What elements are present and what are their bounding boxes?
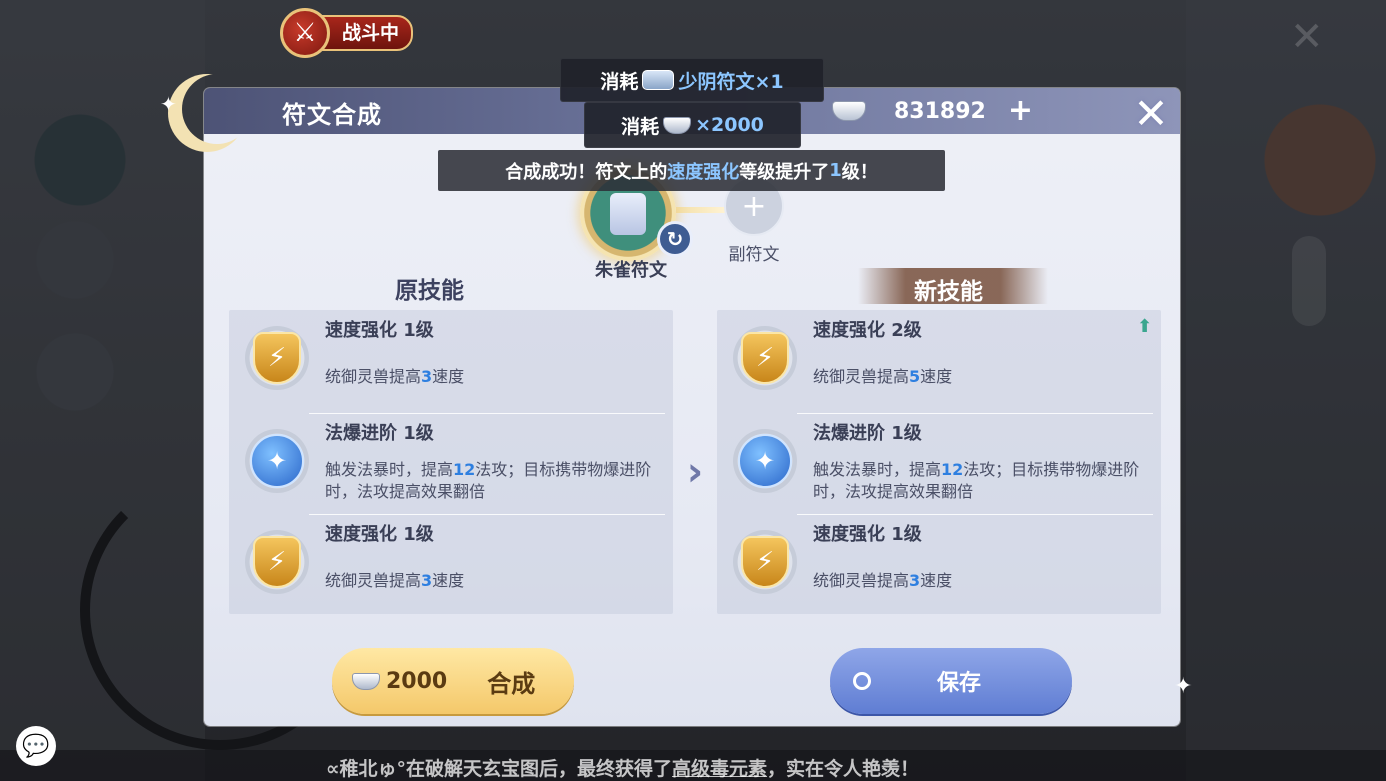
skill-name: 法爆进阶 1级 xyxy=(813,423,922,444)
speed-shield-icon: ⚡ xyxy=(253,536,301,588)
skill-row[interactable]: ⚡ 速度强化 2级 ⬆ 统御灵兽提高5速度 xyxy=(717,310,1161,410)
rune-glyph-icon xyxy=(610,193,646,235)
cost-prefix: 消耗 xyxy=(621,115,660,138)
rune-connector xyxy=(676,207,726,213)
desc-text: 速度 xyxy=(920,367,953,386)
skill-row[interactable]: ⚡ 速度强化 1级 统御灵兽提高3速度 xyxy=(717,514,1161,614)
background-right-column xyxy=(1186,0,1386,781)
rune-item-icon xyxy=(642,70,675,90)
desc-text: 速度 xyxy=(432,367,465,386)
skill-icon-frame: ⚡ xyxy=(245,326,309,390)
skill-description: 触发法暴时，提高12法攻；目标携带物爆进阶时，法攻提高效果翻倍 xyxy=(813,459,1153,503)
skill-name: 速度强化 1级 xyxy=(813,524,922,545)
success-text: 等级提升了 xyxy=(739,161,830,183)
dialog-title: 符文合成 xyxy=(282,101,382,129)
desc-text: 统御灵兽提高 xyxy=(813,571,910,590)
desc-number: 12 xyxy=(941,460,964,479)
broadcast-text: ∝稚北ゅ°在破解天玄宝图后，最终获得了高级毒元素，实在令人艳羡！ xyxy=(326,754,919,781)
synthesize-label: 合成 xyxy=(487,669,536,698)
desc-text: 统御灵兽提高 xyxy=(813,367,910,386)
ticker-text: ，实在令人艳羡！ xyxy=(767,758,920,780)
chevron-right-icon: › xyxy=(686,449,704,495)
currency-amount: 831892 xyxy=(894,98,986,124)
skill-name: 速度强化 2级 xyxy=(813,320,922,341)
skill-row[interactable]: ✦ 法爆进阶 1级 触发法暴时，提高12法攻；目标携带物爆进阶时，法攻提高效果翻… xyxy=(229,413,673,513)
new-skills-panel: ⚡ 速度强化 2级 ⬆ 统御灵兽提高5速度 ✦ 法爆进阶 1级 触发法暴时，提高… xyxy=(717,310,1161,614)
speed-shield-icon: ⚡ xyxy=(253,332,301,384)
synthesize-button[interactable]: 2000 合成 xyxy=(332,648,574,714)
skill-icon-frame: ✦ xyxy=(245,429,309,493)
desc-number: 3 xyxy=(421,367,433,386)
desc-number: 3 xyxy=(909,571,921,590)
background-side-control xyxy=(1292,236,1326,326)
main-rune-label: 朱雀符文 xyxy=(595,260,667,281)
desc-text: 速度 xyxy=(432,571,465,590)
skill-row[interactable]: ⚡ 速度强化 1级 统御灵兽提高3速度 xyxy=(229,310,673,410)
background-close-icon: ✕ xyxy=(1290,14,1324,60)
desc-text: 触发法暴时，提高 xyxy=(813,460,942,479)
speed-shield-icon: ⚡ xyxy=(741,332,789,384)
silver-ingot-icon xyxy=(832,101,866,121)
cost-tooltip-silver: 消耗 ×2000 xyxy=(584,102,801,148)
success-text: 合成成功！符文上的 xyxy=(505,161,668,183)
crossed-swords-icon: ⚔ xyxy=(280,8,330,58)
battle-status-label: 战斗中 xyxy=(318,15,414,51)
old-skills-heading: 原技能 xyxy=(395,278,464,304)
close-button[interactable]: ✕ xyxy=(1128,89,1174,138)
silver-ingot-icon xyxy=(663,116,692,134)
skill-name: 法爆进阶 1级 xyxy=(325,423,434,444)
chat-bubble-icon[interactable]: 💬 xyxy=(16,726,56,766)
save-label: 保存 xyxy=(937,671,982,696)
speed-shield-icon: ⚡ xyxy=(741,536,789,588)
sub-rune-label: 副符文 xyxy=(728,245,780,265)
skill-icon-frame: ⚡ xyxy=(733,530,797,594)
desc-number: 5 xyxy=(909,367,921,386)
desc-number: 3 xyxy=(421,571,433,590)
magic-orb-icon: ✦ xyxy=(250,434,304,488)
desc-text: 触发法暴时，提高 xyxy=(325,460,454,479)
old-skills-panel: ⚡ 速度强化 1级 统御灵兽提高3速度 ✦ 法爆进阶 1级 触发法暴时，提高12… xyxy=(229,310,673,614)
silver-ingot-icon xyxy=(352,672,380,690)
cost-tooltip-rune: 消耗 少阴符文×1 xyxy=(560,58,824,102)
success-skill: 速度强化 xyxy=(667,161,740,183)
skill-icon-frame: ⚡ xyxy=(245,530,309,594)
skill-name: 速度强化 1级 xyxy=(325,524,434,545)
skill-row[interactable]: ✦ 法爆进阶 1级 触发法暴时，提高12法攻；目标携带物爆进阶时，法攻提高效果翻… xyxy=(717,413,1161,513)
sparkle-icon: ✦ xyxy=(160,92,177,116)
skill-icon-frame: ⚡ xyxy=(733,326,797,390)
cost-rune-item: 少阴符文×1 xyxy=(678,70,784,93)
desc-number: 12 xyxy=(453,460,476,479)
skill-description: 统御灵兽提高3速度 xyxy=(813,570,1153,592)
ticker-item-link[interactable]: 高级毒元素 xyxy=(672,758,767,780)
skill-description: 统御灵兽提高3速度 xyxy=(325,570,665,592)
skill-description: 统御灵兽提高5速度 xyxy=(813,366,1153,388)
desc-text: 统御灵兽提高 xyxy=(325,571,422,590)
ticker-text: ∝稚北ゅ°在破解天玄宝图后，最终获得了 xyxy=(326,758,673,780)
moon-decoration-icon xyxy=(182,74,252,144)
cost-prefix: 消耗 xyxy=(600,70,639,93)
skill-description: 触发法暴时，提高12法攻；目标携带物爆进阶时，法攻提高效果翻倍 xyxy=(325,459,665,503)
success-toast: 合成成功！符文上的 速度强化 等级提升了 1 级！ xyxy=(438,150,945,191)
swap-rune-icon[interactable]: ↻ xyxy=(657,221,693,257)
silver-currency: 831892 + xyxy=(832,96,1033,126)
magic-orb-icon: ✦ xyxy=(738,434,792,488)
save-button[interactable]: 保存 xyxy=(830,648,1072,714)
skill-row[interactable]: ⚡ 速度强化 1级 统御灵兽提高3速度 xyxy=(229,514,673,614)
upgrade-arrow-icon: ⬆ xyxy=(1137,316,1153,337)
battle-status-badge[interactable]: ⚔ 战斗中 xyxy=(280,8,414,58)
skill-name: 速度强化 1级 xyxy=(325,320,434,341)
sparkle-icon: ✦ xyxy=(1174,674,1193,699)
desc-text: 速度 xyxy=(920,571,953,590)
cost-silver-amount: ×2000 xyxy=(695,114,764,136)
add-currency-button[interactable]: + xyxy=(1008,96,1033,126)
success-level: 1 xyxy=(829,160,842,181)
synthesize-cost: 2000 xyxy=(386,668,448,694)
new-skills-heading: 新技能 xyxy=(914,279,983,305)
success-text: 级！ xyxy=(841,161,878,183)
desc-text: 统御灵兽提高 xyxy=(325,367,422,386)
skill-description: 统御灵兽提高3速度 xyxy=(325,366,665,388)
skill-icon-frame: ✦ xyxy=(733,429,797,493)
radio-icon xyxy=(853,672,871,690)
